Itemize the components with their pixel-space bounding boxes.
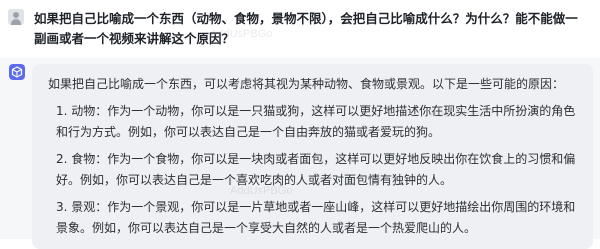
answer-list: 1. 动物：作为一个动物，你可以是一只猫或狗，这样可以更好地描述你在现实生活中所… [56, 101, 576, 245]
answer-item-text: 2. 食物：作为一个食物，你可以是一块肉或者面包，这样可以更好地反映出你在饮食上… [56, 152, 576, 187]
user-message-row: 如果把自己比喻成一个东西（动物、食物，景物不限），会把自己比喻成什么？为什么？能… [0, 0, 600, 58]
answer-item-food: 2. 食物：作为一个食物，你可以是一块肉或者面包，这样可以更好地反映出你在饮食上… [56, 149, 576, 191]
answer-intro-text: 如果把自己比喻成一个东西，可以考虑将其视为某种动物、食物或景观。以下是一些可能的… [48, 77, 565, 91]
answer-item-animal: 1. 动物：作为一个动物，你可以是一只猫或狗，这样可以更好地描述你在现实生活中所… [56, 101, 576, 143]
assistant-answer-card: 如果把自己比喻成一个东西，可以考虑将其视为某种动物、食物或景观。以下是一些可能的… [32, 64, 593, 249]
user-avatar-icon [8, 9, 24, 25]
answer-item-text: 3. 景观：作为一个景观，你可以是一片草地或者一座山峰，这样可以更好地描绘出你周… [56, 200, 576, 235]
bot-cube-icon [9, 64, 25, 80]
user-question-text: 如果把自己比喻成一个东西（动物、食物，景物不限），会把自己比喻成什么？为什么？能… [34, 11, 578, 46]
answer-item-text: 1. 动物：作为一个动物，你可以是一只猫或狗，这样可以更好地描述你在现实生活中所… [56, 104, 576, 139]
answer-item-landscape: 3. 景观：作为一个景观，你可以是一片草地或者一座山峰，这样可以更好地描绘出你周… [56, 197, 576, 239]
